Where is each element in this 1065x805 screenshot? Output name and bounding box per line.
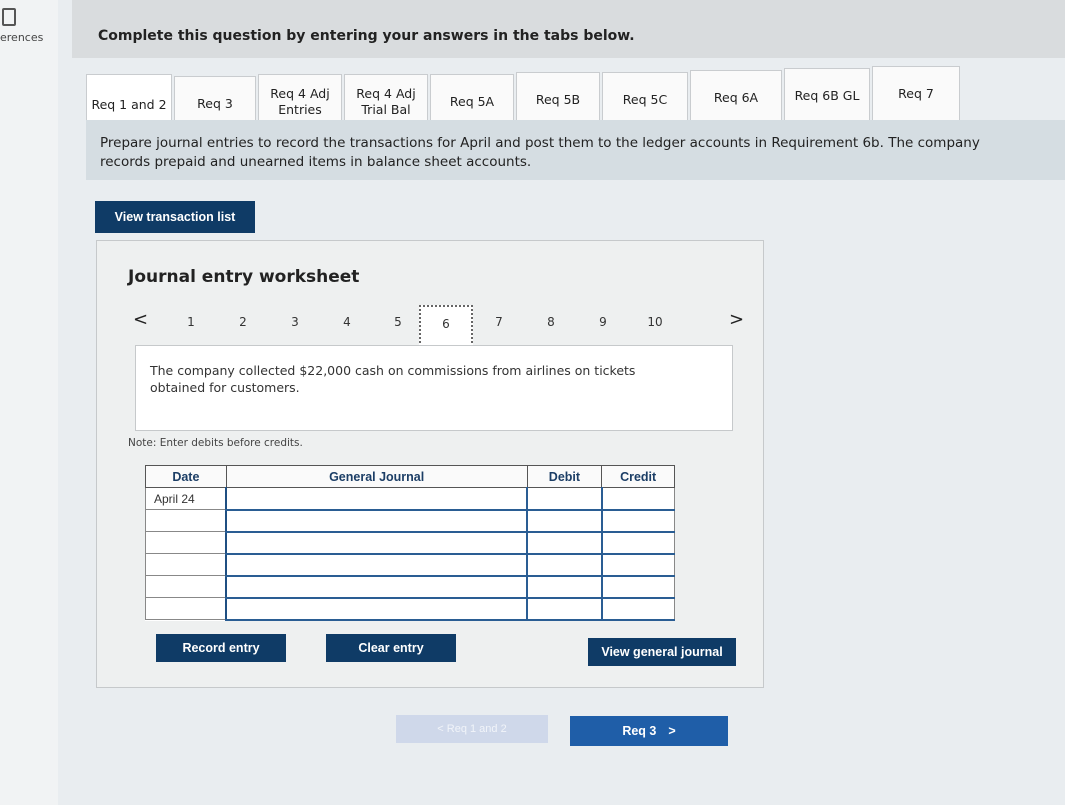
tab-req-6a[interactable]: Req 6A — [690, 70, 782, 126]
date-column-header: Date — [145, 465, 227, 488]
instructions-panel: Prepare journal entries to record the tr… — [86, 120, 1065, 180]
next-entry-arrow-icon[interactable]: > — [729, 309, 744, 330]
table-row — [145, 575, 675, 599]
next-requirement-button[interactable]: Req 3 > — [570, 716, 728, 746]
credit-column-header: Credit — [601, 465, 675, 488]
debit-input[interactable] — [526, 531, 603, 555]
date-cell[interactable]: April 24 — [145, 487, 227, 510]
worksheet-title: Journal entry worksheet — [128, 267, 360, 287]
credit-input[interactable] — [600, 487, 675, 511]
page-9[interactable]: 9 — [593, 315, 613, 329]
date-cell[interactable] — [145, 553, 227, 576]
account-select[interactable] — [225, 531, 528, 555]
date-cell[interactable] — [145, 531, 227, 554]
table-row — [145, 531, 675, 555]
journal-entry-worksheet: Journal entry worksheet < 1 2 3 4 5 6 7 … — [96, 240, 764, 688]
clear-entry-button[interactable]: Clear entry — [326, 634, 456, 662]
account-select[interactable] — [225, 509, 528, 533]
date-cell[interactable] — [145, 509, 227, 532]
debit-input[interactable] — [526, 509, 603, 533]
account-select[interactable] — [225, 597, 528, 621]
page-6-active[interactable]: 6 — [419, 305, 473, 347]
prev-entry-arrow-icon[interactable]: < — [133, 309, 148, 330]
account-select[interactable] — [225, 553, 528, 577]
general-journal-column-header: General Journal — [225, 465, 528, 488]
tab-req-6b-gl[interactable]: Req 6B GL — [784, 68, 870, 124]
record-entry-button[interactable]: Record entry — [156, 634, 286, 662]
tab-req-7[interactable]: Req 7 — [872, 66, 960, 122]
page-title: Complete this question by entering your … — [98, 28, 635, 44]
view-transaction-list-button[interactable]: View transaction list — [95, 201, 255, 233]
page-1[interactable]: 1 — [181, 315, 201, 329]
credit-input[interactable] — [600, 553, 675, 577]
references-label[interactable]: erences — [0, 31, 43, 44]
prev-requirement-button[interactable]: < Req 1 and 2 — [396, 715, 548, 743]
page-7[interactable]: 7 — [489, 315, 509, 329]
page-8[interactable]: 8 — [541, 315, 561, 329]
chevron-right-icon: > — [668, 724, 676, 738]
account-select[interactable] — [225, 487, 528, 511]
page-3[interactable]: 3 — [285, 315, 305, 329]
instructions-text: Prepare journal entries to record the tr… — [100, 135, 980, 170]
date-cell[interactable] — [145, 575, 227, 598]
next-requirement-label: Req 3 — [622, 724, 657, 738]
account-select[interactable] — [225, 575, 528, 599]
page-2[interactable]: 2 — [233, 315, 253, 329]
table-row — [145, 597, 675, 621]
transaction-description-box: The company collected $22,000 cash on co… — [135, 345, 733, 431]
transaction-description: The company collected $22,000 cash on co… — [150, 363, 636, 395]
entry-pager: < 1 2 3 4 5 6 7 8 9 10 > — [127, 305, 757, 347]
left-sidebar: erences — [0, 0, 58, 805]
journal-table-header: Date General Journal Debit Credit — [145, 465, 675, 488]
credit-input[interactable] — [600, 509, 675, 533]
page-10[interactable]: 10 — [645, 315, 665, 329]
table-row — [145, 509, 675, 533]
question-banner: Complete this question by entering your … — [72, 0, 1065, 58]
credit-input[interactable] — [600, 575, 675, 599]
page-4[interactable]: 4 — [337, 315, 357, 329]
page-5[interactable]: 5 — [388, 315, 408, 329]
debit-input[interactable] — [526, 575, 603, 599]
debit-input[interactable] — [526, 553, 603, 577]
table-row — [145, 553, 675, 577]
debit-column-header: Debit — [526, 465, 603, 488]
credit-input[interactable] — [600, 597, 675, 621]
debit-credit-note: Note: Enter debits before credits. — [128, 437, 303, 449]
table-row: April 24 — [145, 487, 675, 511]
view-general-journal-button[interactable]: View general journal — [588, 638, 736, 666]
debit-input[interactable] — [526, 487, 603, 511]
journal-table: Date General Journal Debit Credit April … — [145, 465, 675, 621]
credit-input[interactable] — [600, 531, 675, 555]
date-cell[interactable] — [145, 597, 227, 620]
debit-input[interactable] — [526, 597, 603, 621]
document-icon[interactable] — [2, 8, 16, 26]
